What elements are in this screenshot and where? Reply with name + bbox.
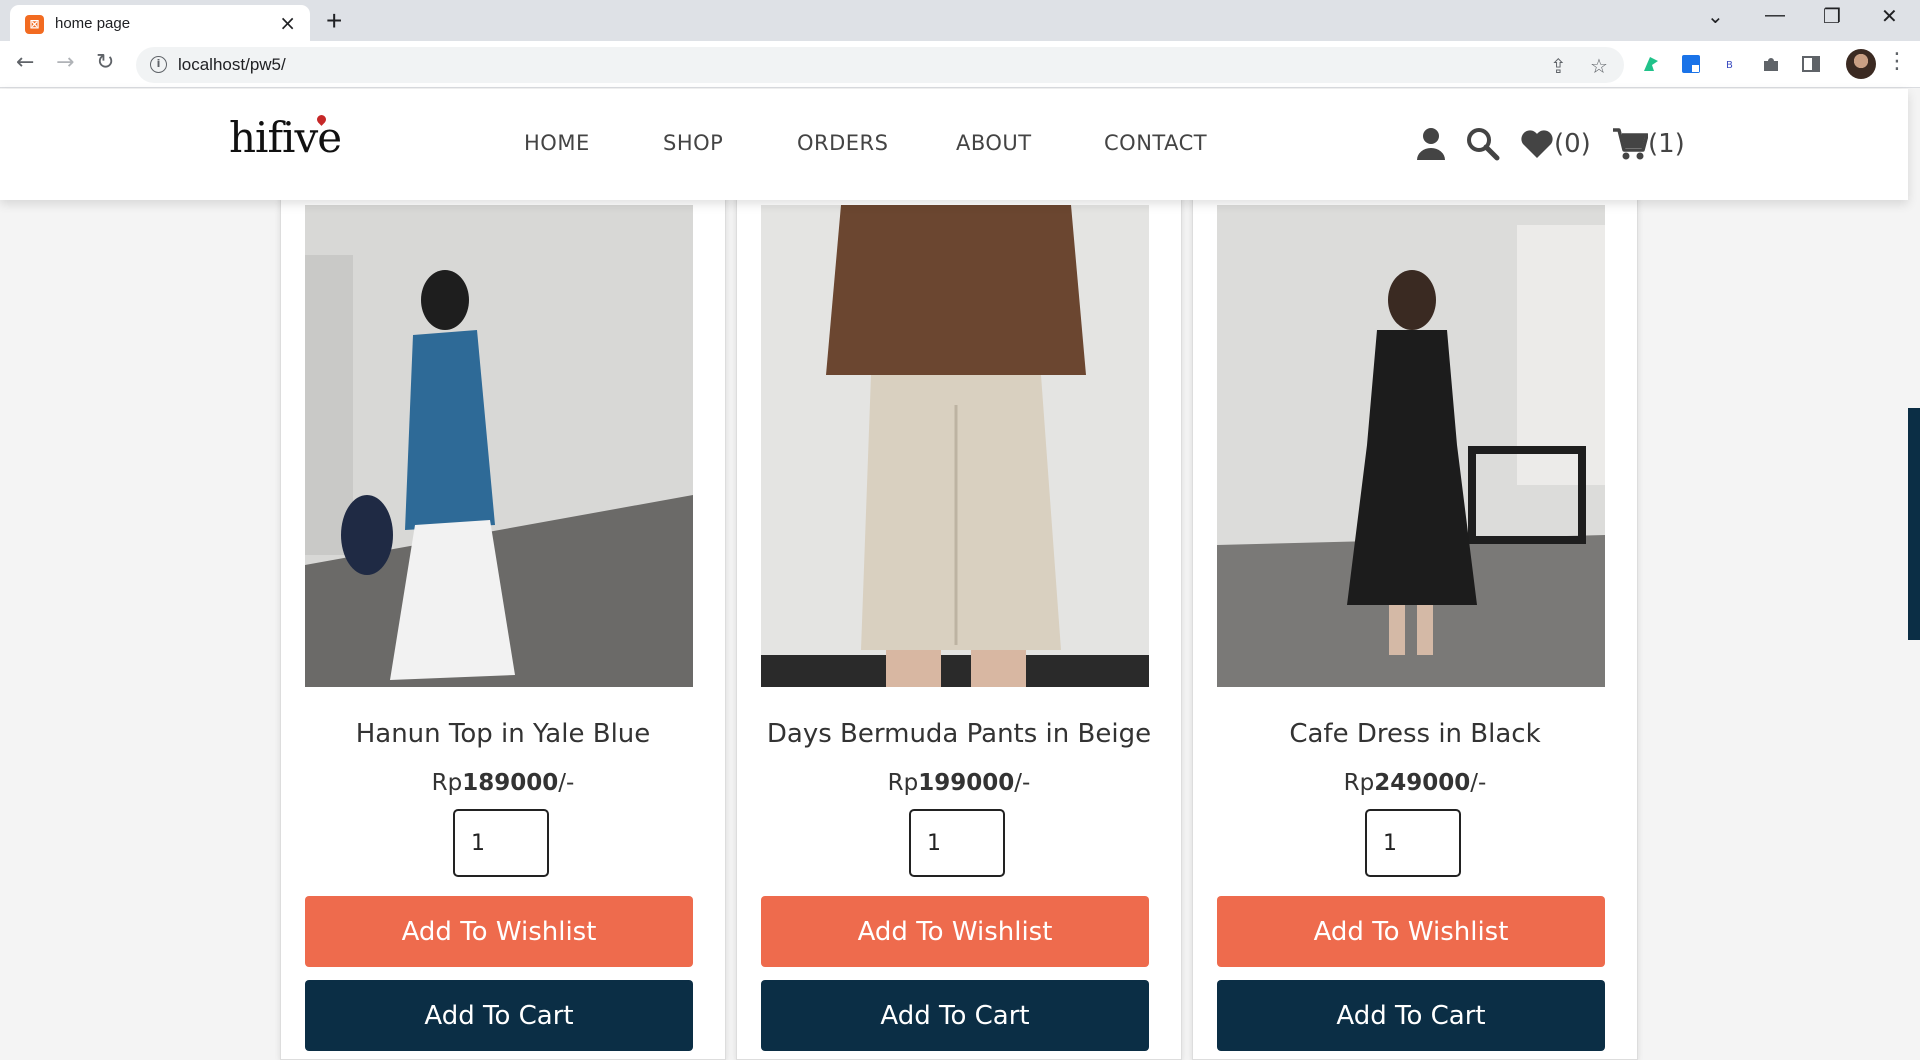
nav-home[interactable]: HOME [524, 131, 590, 155]
product-name: Days Bermuda Pants in Beige [766, 719, 1152, 749]
forward-icon[interactable]: → [56, 50, 74, 75]
cart-icon[interactable] [1612, 127, 1648, 161]
product-card: Days Bermuda Pants in Beige Rp199000/- A… [736, 160, 1182, 1060]
bookmark-star-icon[interactable]: ☆ [1590, 54, 1608, 78]
heart-icon[interactable] [1520, 129, 1554, 159]
address-bar[interactable]: i localhost/pw5/ ⇪ ☆ [136, 47, 1624, 83]
svg-text:B: B [1726, 60, 1733, 71]
user-icon[interactable] [1416, 127, 1446, 161]
product-card: Hanun Top in Yale Blue Rp189000/- Add To… [280, 160, 726, 1060]
browser-tab[interactable]: ⊠ home page × [10, 5, 310, 41]
profile-avatar[interactable] [1846, 49, 1876, 79]
price-amount: 249000 [1374, 770, 1471, 796]
site-logo[interactable]: hifive [229, 113, 342, 162]
tab-search-icon[interactable]: ⌄ [1707, 4, 1724, 29]
product-card: Cafe Dress in Black Rp249000/- Add To Wi… [1192, 160, 1638, 1060]
cart-count[interactable]: (1) [1648, 129, 1685, 159]
quantity-input[interactable] [909, 809, 1005, 877]
add-to-wishlist-button[interactable]: Add To Wishlist [1217, 896, 1605, 967]
extension-b-icon[interactable]: B [1720, 53, 1742, 75]
quantity-input[interactable] [453, 809, 549, 877]
quantity-input[interactable] [1365, 809, 1461, 877]
browser-menu-icon[interactable]: ⋮ [1886, 49, 1908, 74]
price-currency: Rp [887, 770, 919, 796]
extension-blue-icon[interactable] [1680, 53, 1702, 75]
search-icon[interactable] [1466, 127, 1500, 161]
back-icon[interactable]: ← [16, 50, 34, 75]
price-amount: 189000 [462, 770, 559, 796]
site-header: hifive HOME SHOP ORDERS ABOUT CONTACT (0… [0, 89, 1908, 200]
extension-bird-icon[interactable] [1640, 53, 1662, 75]
price-suffix: /- [558, 770, 575, 796]
nav-about[interactable]: ABOUT [956, 131, 1032, 155]
add-to-wishlist-button[interactable]: Add To Wishlist [761, 896, 1149, 967]
reload-icon[interactable]: ↻ [96, 50, 114, 75]
url-text[interactable]: localhost/pw5/ [178, 55, 286, 75]
add-to-cart-button[interactable]: Add To Cart [1217, 980, 1605, 1051]
minimize-icon[interactable]: — [1765, 4, 1785, 27]
add-to-cart-button[interactable]: Add To Cart [761, 980, 1149, 1051]
product-price: Rp189000/- [281, 770, 725, 796]
tab-title: home page [55, 15, 131, 32]
add-to-cart-button[interactable]: Add To Cart [305, 980, 693, 1051]
new-tab-icon[interactable]: + [326, 5, 342, 37]
nav-orders[interactable]: ORDERS [797, 131, 888, 155]
nav-shop[interactable]: SHOP [663, 131, 723, 155]
price-currency: Rp [1343, 770, 1375, 796]
side-decoration-bar [1908, 408, 1920, 640]
side-panel-icon[interactable] [1800, 53, 1822, 75]
window-close-icon[interactable]: ✕ [1881, 4, 1898, 29]
product-image[interactable] [305, 205, 693, 687]
restore-icon[interactable]: ❐ [1823, 4, 1841, 29]
xampp-favicon-icon: ⊠ [25, 15, 44, 34]
site-info-icon[interactable]: i [150, 56, 167, 73]
price-suffix: /- [1014, 770, 1031, 796]
product-price: Rp199000/- [737, 770, 1181, 796]
add-to-wishlist-button[interactable]: Add To Wishlist [305, 896, 693, 967]
price-suffix: /- [1470, 770, 1487, 796]
price-amount: 199000 [918, 770, 1015, 796]
share-icon[interactable]: ⇪ [1550, 54, 1567, 78]
nav-contact[interactable]: CONTACT [1104, 131, 1207, 155]
price-currency: Rp [431, 770, 463, 796]
product-image[interactable] [1217, 205, 1605, 687]
product-image[interactable] [761, 205, 1149, 687]
product-name: Cafe Dress in Black [1289, 719, 1541, 749]
browser-tabstrip: ⊠ home page × + ⌄ — ❐ ✕ [0, 0, 1920, 41]
tab-close-icon[interactable]: × [279, 11, 296, 35]
browser-toolbar: ← → ↻ i localhost/pw5/ ⇪ ☆ B ⋮ [0, 41, 1920, 88]
wishlist-count[interactable]: (0) [1554, 129, 1591, 159]
extensions-puzzle-icon[interactable] [1760, 53, 1782, 75]
product-price: Rp249000/- [1193, 770, 1637, 796]
product-name: Hanun Top in Yale Blue [355, 719, 651, 749]
